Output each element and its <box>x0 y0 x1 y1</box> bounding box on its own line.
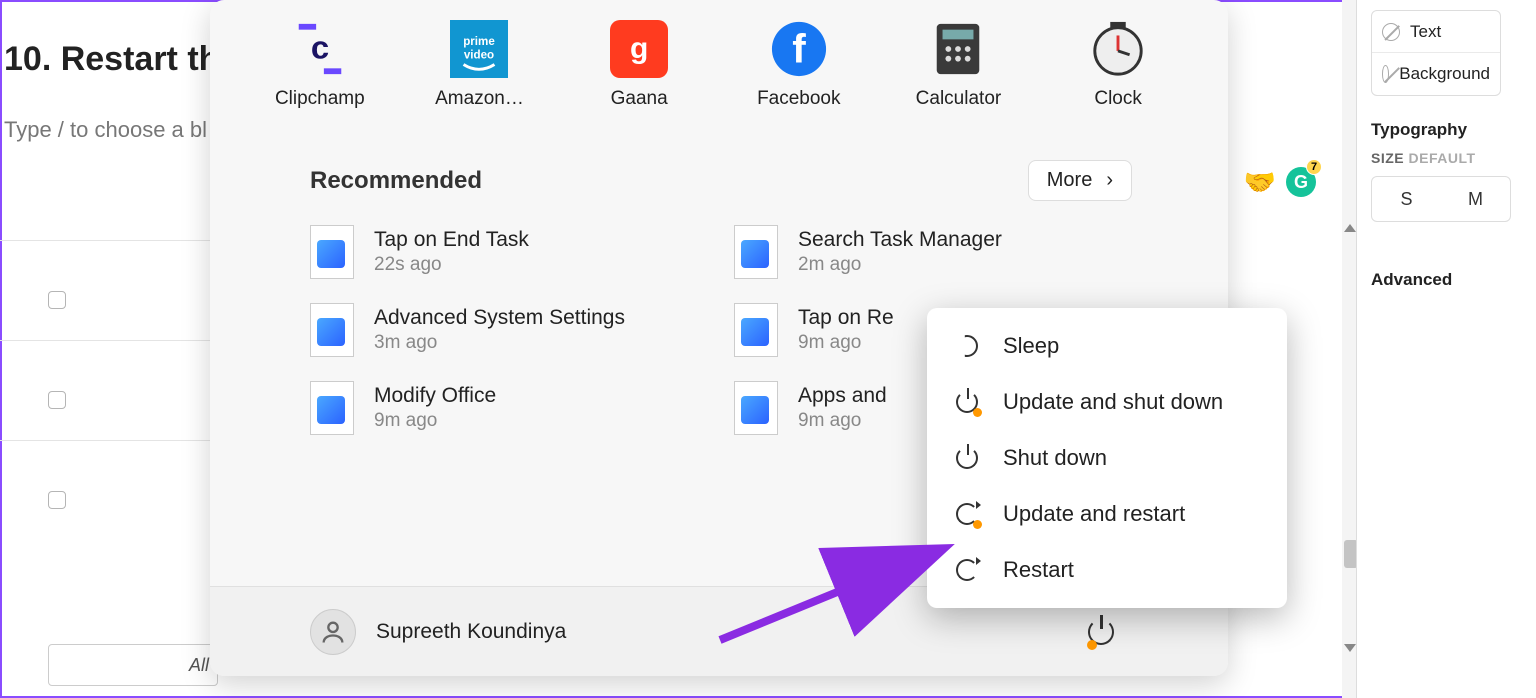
user-name: Supreeth Koundinya <box>376 620 566 644</box>
recommended-time: 22s ago <box>374 254 529 276</box>
power-menu-sleep[interactable]: Sleep <box>927 318 1287 374</box>
size-option-s[interactable]: S <box>1372 177 1441 221</box>
typography-heading: Typography <box>1371 120 1536 140</box>
update-dot-icon <box>1087 640 1097 650</box>
document-icon <box>734 225 778 279</box>
power-menu-label: Update and shut down <box>1003 389 1223 415</box>
app-label: Amazon… <box>435 88 524 110</box>
clock-icon <box>1089 20 1147 78</box>
size-option-m[interactable]: M <box>1441 177 1510 221</box>
svg-text:video: video <box>464 49 494 62</box>
scroll-down-icon[interactable] <box>1344 644 1356 656</box>
scroll-up-icon[interactable] <box>1344 220 1356 232</box>
size-default-label: DEFAULT <box>1409 150 1476 166</box>
document-icon <box>734 303 778 357</box>
color-opt-label: Text <box>1410 22 1441 42</box>
none-icon <box>1382 23 1400 41</box>
app-calculator[interactable]: Calculator <box>883 20 1033 110</box>
app-amazon-prime[interactable]: primevideo Amazon… <box>404 20 554 110</box>
avatar-icon <box>310 609 356 655</box>
document-icon <box>310 303 354 357</box>
document-icon <box>310 381 354 435</box>
gaana-icon: g <box>610 20 668 78</box>
app-label: Gaana <box>611 88 668 110</box>
checkbox[interactable] <box>48 491 66 509</box>
pinned-apps-row: c Clipchamp primevideo Amazon… g Gaana f… <box>210 0 1228 110</box>
more-button[interactable]: More › <box>1028 160 1132 201</box>
color-opt-text[interactable]: Text <box>1372 11 1500 53</box>
app-clipchamp[interactable]: c Clipchamp <box>245 20 395 110</box>
recommended-title: Tap on End Task <box>374 228 529 252</box>
recommended-title: Apps and <box>798 384 887 408</box>
power-menu-update-restart[interactable]: Update and restart <box>927 486 1287 542</box>
grammarly-count: 7 <box>1306 159 1322 175</box>
power-menu-label: Restart <box>1003 557 1074 583</box>
size-label: SIZE <box>1371 150 1404 166</box>
sleep-icon <box>953 332 981 360</box>
recommended-item[interactable]: Advanced System Settings 3m ago <box>310 303 724 357</box>
power-menu-shutdown[interactable]: Shut down <box>927 430 1287 486</box>
more-label: More <box>1047 169 1093 192</box>
recommended-time: 2m ago <box>798 254 1002 276</box>
recommended-item[interactable]: Modify Office 9m ago <box>310 381 724 435</box>
recommended-time: 3m ago <box>374 332 625 354</box>
power-menu-update-shutdown[interactable]: Update and shut down <box>927 374 1287 430</box>
user-account-button[interactable]: Supreeth Koundinya <box>310 609 566 655</box>
document-icon <box>310 225 354 279</box>
app-label: Clipchamp <box>275 88 365 110</box>
power-icon <box>953 388 981 416</box>
app-label: Clock <box>1094 88 1142 110</box>
svg-text:prime: prime <box>464 35 496 48</box>
recommended-time: 9m ago <box>798 332 894 354</box>
none-icon <box>1382 65 1389 83</box>
document-icon <box>734 381 778 435</box>
recommended-heading: Recommended <box>310 167 482 195</box>
restart-icon <box>953 556 981 584</box>
color-options: Text Background <box>1371 10 1501 96</box>
app-clock[interactable]: Clock <box>1043 20 1193 110</box>
recommended-title: Modify Office <box>374 384 496 408</box>
app-facebook[interactable]: f Facebook <box>724 20 874 110</box>
power-icon <box>953 444 981 472</box>
handshake-icon: 🤝 <box>1244 167 1276 198</box>
svg-text:c: c <box>311 29 329 66</box>
svg-text:f: f <box>792 26 806 72</box>
recommended-time: 9m ago <box>374 410 496 432</box>
size-row: SIZE DEFAULT <box>1371 150 1536 166</box>
recommended-title: Advanced System Settings <box>374 306 625 330</box>
amazon-prime-icon: primevideo <box>450 20 508 78</box>
facebook-icon: f <box>770 20 828 78</box>
recommended-item[interactable]: Search Task Manager 2m ago <box>734 225 1148 279</box>
color-opt-background[interactable]: Background <box>1372 53 1500 95</box>
calculator-icon <box>929 20 987 78</box>
restart-icon <box>953 500 981 528</box>
clipchamp-icon: c <box>291 20 349 78</box>
checkbox[interactable] <box>48 391 66 409</box>
filter-all-dropdown[interactable]: All <box>48 644 218 686</box>
app-label: Facebook <box>757 88 840 110</box>
recommended-item[interactable]: Tap on End Task 22s ago <box>310 225 724 279</box>
size-segmented[interactable]: S M <box>1371 176 1511 222</box>
recommended-title: Tap on Re <box>798 306 894 330</box>
grammarly-icon[interactable]: G 7 <box>1286 167 1316 197</box>
app-gaana[interactable]: g Gaana <box>564 20 714 110</box>
power-menu-label: Sleep <box>1003 333 1059 359</box>
power-menu-label: Shut down <box>1003 445 1107 471</box>
grammarly-letter: G <box>1294 172 1308 193</box>
chevron-right-icon: › <box>1106 169 1113 192</box>
app-label: Calculator <box>916 88 1002 110</box>
recommended-header: Recommended More › <box>210 110 1228 201</box>
power-menu-restart[interactable]: Restart <box>927 542 1287 598</box>
style-sidebar: Text Background Typography SIZE DEFAULT … <box>1356 0 1536 698</box>
advanced-heading[interactable]: Advanced <box>1371 270 1536 290</box>
checkbox[interactable] <box>48 291 66 309</box>
inline-badges: 🤝 G 7 <box>1216 162 1316 202</box>
power-menu: Sleep Update and shut down Shut down Upd… <box>927 308 1287 608</box>
recommended-title: Search Task Manager <box>798 228 1002 252</box>
power-menu-label: Update and restart <box>1003 501 1185 527</box>
recommended-time: 9m ago <box>798 410 887 432</box>
power-button[interactable] <box>1084 615 1118 649</box>
color-opt-label: Background <box>1399 64 1490 84</box>
